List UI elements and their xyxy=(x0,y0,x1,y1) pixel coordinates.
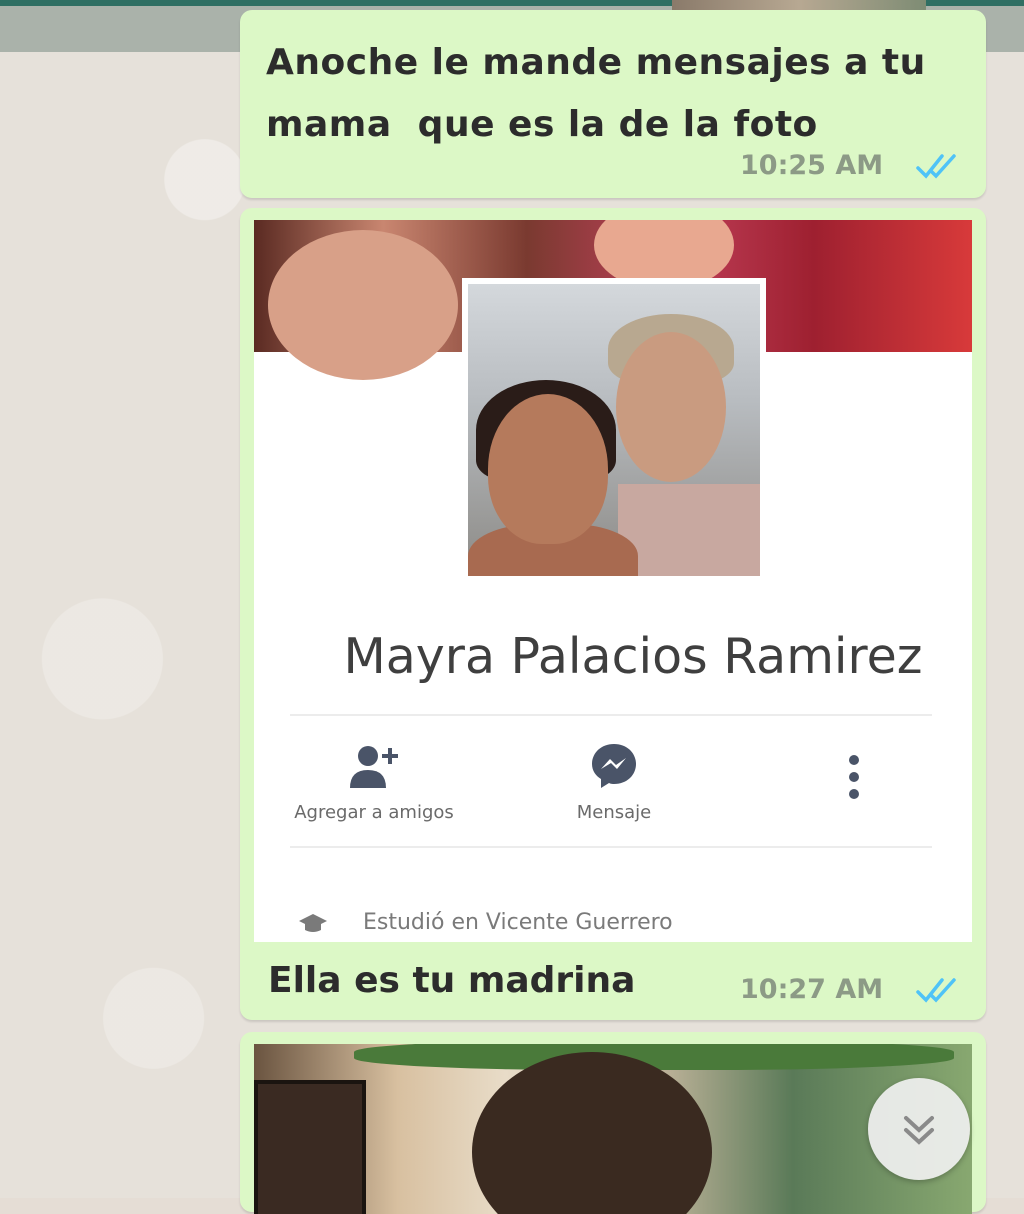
add-friend-icon xyxy=(350,746,398,788)
graduation-cap-icon xyxy=(299,914,327,932)
messenger-icon xyxy=(592,744,636,788)
education-info: Estudió en Vicente Guerrero xyxy=(298,910,673,935)
outgoing-image-message-bubble[interactable]: Mayra Palacios Ramirez Agregar a amigos … xyxy=(240,208,986,1020)
profile-picture xyxy=(462,278,766,582)
more-options-button xyxy=(744,752,964,806)
photo-detail xyxy=(472,1052,712,1214)
read-receipt-icon xyxy=(916,154,956,179)
message-text-line: Anoche le mande mensajes a tu xyxy=(266,42,926,83)
photo-detail xyxy=(618,484,760,576)
message-text-line: mama que es la de la foto xyxy=(266,104,818,145)
divider xyxy=(290,846,932,848)
more-vertical-icon xyxy=(849,755,859,799)
message-text: Ella es tu madrina xyxy=(268,960,636,1001)
cover-photo-detail xyxy=(268,230,458,380)
profile-name: Mayra Palacios Ramirez xyxy=(343,628,923,685)
photo-detail xyxy=(254,1080,366,1214)
photo-detail xyxy=(488,394,608,544)
outgoing-message-bubble[interactable]: Anoche le mande mensajes a tu mama que e… xyxy=(240,10,986,198)
message-timestamp: 10:27 AM xyxy=(740,974,884,1005)
scroll-to-bottom-button[interactable] xyxy=(868,1078,970,1180)
message-label: Mensaje xyxy=(576,802,652,823)
profile-screenshot-image[interactable]: Mayra Palacios Ramirez Agregar a amigos … xyxy=(254,220,972,942)
add-friend-button: Agregar a amigos xyxy=(264,742,484,823)
add-friend-label: Agregar a amigos xyxy=(294,802,454,823)
divider xyxy=(290,714,932,716)
education-text: Estudió en Vicente Guerrero xyxy=(363,910,673,935)
profile-photo xyxy=(468,284,760,576)
message-timestamp: 10:25 AM xyxy=(740,150,884,181)
message-button: Mensaje xyxy=(504,742,724,823)
message-text: Anoche le mande mensajes a tu mama que e… xyxy=(266,32,956,156)
photo-detail xyxy=(616,332,726,482)
shared-photo[interactable] xyxy=(254,1044,972,1214)
read-receipt-icon xyxy=(916,978,956,1003)
double-chevron-down-icon xyxy=(904,1116,934,1145)
